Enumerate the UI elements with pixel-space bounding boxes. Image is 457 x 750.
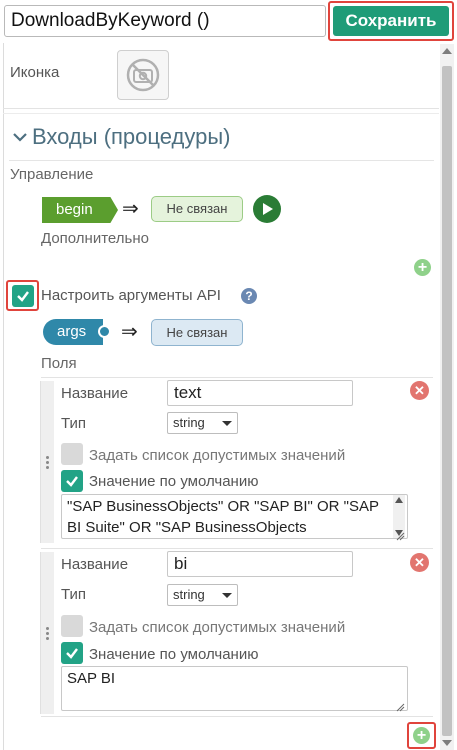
scrollbar-thumb[interactable]: [442, 66, 452, 736]
args-connection-status[interactable]: Не связан: [151, 319, 243, 346]
add-field-button[interactable]: +: [413, 727, 430, 744]
field-type-label: Тип: [61, 586, 87, 603]
field-type-label: Тип: [61, 415, 87, 432]
procedure-name-input[interactable]: DownloadByKeyword (): [4, 5, 326, 37]
default-value-label: Значение по умолчанию: [89, 473, 259, 490]
field-name-label: Название: [61, 556, 129, 573]
field-name-input[interactable]: text: [167, 380, 353, 406]
resize-grip-icon[interactable]: [396, 528, 405, 546]
field-drag-handle[interactable]: [40, 381, 54, 543]
field-type-value: string: [173, 415, 205, 430]
configure-api-args-checkbox[interactable]: [12, 285, 34, 307]
connection-arrow-icon: ⇒: [122, 198, 139, 220]
control-label: Управление: [10, 166, 94, 183]
inputs-section-title: Входы (процедуры): [32, 124, 231, 149]
caret-down-icon: [222, 420, 232, 426]
save-button[interactable]: Сохранить: [333, 6, 449, 36]
allowed-values-checkbox[interactable]: [61, 443, 83, 465]
additional-label: Дополнительно: [41, 230, 149, 247]
divider: [3, 108, 439, 109]
default-value-checkbox[interactable]: [61, 642, 83, 664]
caret-down-icon: [222, 592, 232, 598]
default-value-text: "SAP BusinessObjects" OR "SAP BI" OR "SA…: [67, 498, 379, 536]
card-divider: [41, 716, 433, 717]
card-divider: [41, 548, 433, 549]
connection-arrow-icon: ⇒: [121, 321, 138, 343]
default-value-textarea[interactable]: SAP BI: [61, 666, 408, 711]
begin-connection-status[interactable]: Не связан: [151, 196, 243, 222]
remove-field-button[interactable]: ✕: [410, 381, 429, 400]
play-icon: [263, 203, 273, 215]
args-port-dot[interactable]: [98, 325, 111, 338]
begin-pin[interactable]: begin: [42, 197, 118, 223]
default-value-checkbox[interactable]: [61, 470, 83, 492]
help-icon[interactable]: ?: [241, 288, 257, 304]
scroll-up-arrow-icon: [395, 497, 403, 503]
scroll-up-arrow-icon[interactable]: [442, 48, 452, 54]
run-button[interactable]: [253, 195, 281, 223]
drag-dots-icon: [46, 626, 49, 640]
checkmark-icon: [17, 291, 29, 302]
allowed-values-label: Задать список допустимых значений: [89, 447, 346, 464]
allowed-values-checkbox[interactable]: [61, 615, 83, 637]
field-type-value: string: [173, 587, 205, 602]
default-value-text: SAP BI: [67, 670, 116, 687]
divider: [3, 113, 439, 114]
card-divider: [41, 377, 433, 378]
icon-picker-button[interactable]: [117, 50, 169, 100]
inputs-section-header[interactable]: Входы (процедуры): [12, 124, 230, 150]
checkmark-icon: [66, 648, 78, 659]
chevron-down-icon: [13, 133, 27, 142]
fields-label: Поля: [41, 355, 77, 372]
default-value-label: Значение по умолчанию: [89, 646, 259, 663]
drag-dots-icon: [46, 455, 49, 469]
field-type-select[interactable]: string: [167, 412, 238, 434]
image-disabled-icon: [126, 58, 160, 92]
panel-border: [3, 43, 4, 750]
remove-field-button[interactable]: ✕: [410, 553, 429, 572]
field-name-input[interactable]: bi: [167, 551, 353, 577]
field-name-label: Название: [61, 385, 129, 402]
args-pin[interactable]: args: [43, 319, 103, 345]
divider: [9, 160, 434, 161]
field-type-select[interactable]: string: [167, 584, 238, 606]
checkmark-icon: [66, 476, 78, 487]
scroll-down-arrow-icon[interactable]: [442, 740, 452, 746]
configure-api-args-label: Настроить аргументы API: [41, 287, 221, 304]
resize-grip-icon[interactable]: [396, 699, 405, 717]
allowed-values-label: Задать список допустимых значений: [89, 619, 346, 636]
field-drag-handle[interactable]: [40, 552, 54, 714]
default-value-textarea[interactable]: "SAP BusinessObjects" OR "SAP BI" OR "SA…: [61, 494, 408, 539]
icon-label: Иконка: [10, 64, 60, 81]
add-additional-input-button[interactable]: +: [414, 259, 431, 276]
